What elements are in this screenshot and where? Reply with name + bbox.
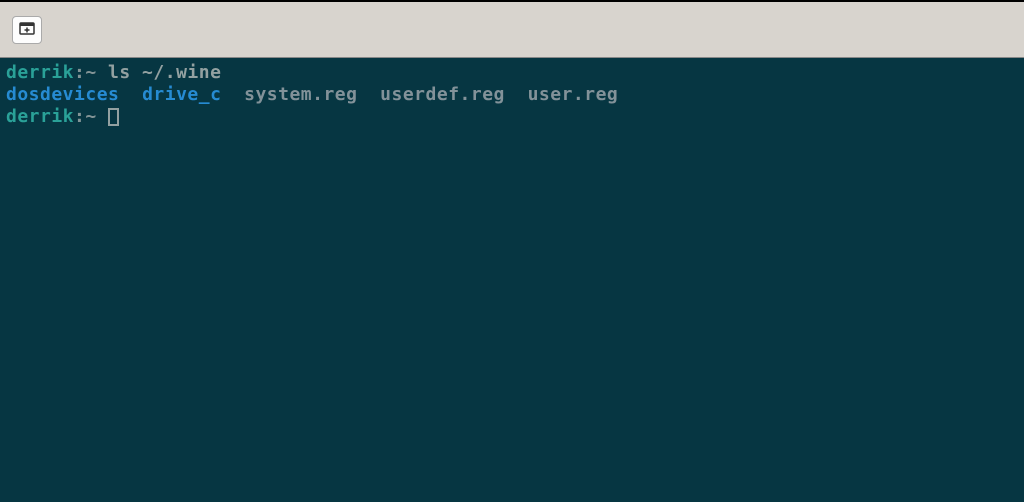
prompt-path: :~	[74, 62, 108, 83]
cursor	[108, 108, 119, 126]
terminal-line: dosdevices drive_c system.reg userdef.re…	[6, 84, 1018, 106]
new-tab-icon	[19, 20, 35, 40]
ls-file: system.reg	[244, 84, 357, 105]
terminal-window: derrik:~ ls ~/.wine dosdevices drive_c s…	[0, 0, 1024, 502]
terminal-line: derrik:~ ls ~/.wine	[6, 62, 1018, 84]
new-tab-button[interactable]	[12, 16, 42, 44]
ls-file: user.reg	[528, 84, 619, 105]
ls-directory: drive_c	[142, 84, 221, 105]
prompt-path: :~	[74, 106, 108, 127]
prompt-user: derrik	[6, 62, 74, 83]
terminal-line: derrik:~	[6, 106, 1018, 128]
ls-file: userdef.reg	[380, 84, 505, 105]
terminal-area[interactable]: derrik:~ ls ~/.wine dosdevices drive_c s…	[0, 58, 1024, 502]
titlebar	[0, 2, 1024, 58]
ls-directory: dosdevices	[6, 84, 119, 105]
prompt-user: derrik	[6, 106, 74, 127]
command-text: ls ~/.wine	[108, 62, 221, 83]
